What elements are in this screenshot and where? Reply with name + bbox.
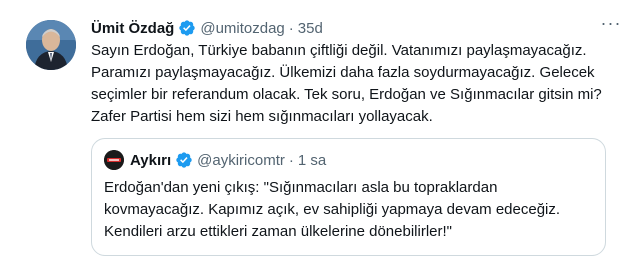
quoted-text-line: Kendileri arzu ettikleri zaman ülkelerin… (104, 223, 452, 240)
quoted-tweet[interactable]: Aykırı @aykiricomtr · 1 sa Erdoğan'dan y… (91, 138, 606, 256)
tweet-text-line: Paramızı paylaşmayacağız. Ülkemizi daha … (91, 64, 595, 81)
separator-dot: · (288, 151, 294, 169)
tweet-text-line: Zafer Partisi hem sizi hem sığınmacıları… (91, 108, 433, 125)
tweet-text-line: seçimler bir referandum olacak. Tek soru… (91, 86, 602, 103)
quoted-author-avatar (104, 150, 124, 170)
more-icon[interactable]: ··· (600, 14, 622, 36)
quoted-tweet-text: Erdoğan'dan yeni çıkış: "Sığınmacıları a… (104, 177, 594, 243)
verified-badge-icon (175, 151, 193, 169)
tweet-text-line: Sayın Erdoğan, Türkiye babanın çiftliği … (91, 42, 587, 59)
author-avatar[interactable] (26, 20, 76, 70)
next-content-peek (91, 257, 511, 263)
tweet[interactable]: Ümit Özdağ @umitozdag · 35d ··· Sayın Er… (0, 0, 640, 263)
quoted-author-name[interactable]: Aykırı (130, 152, 171, 169)
author-handle[interactable]: @umitozdag (200, 20, 284, 37)
quoted-author-handle[interactable]: @aykiricomtr (197, 152, 285, 169)
verified-badge-icon (178, 19, 196, 37)
tweet-header: Ümit Özdağ @umitozdag · 35d (91, 18, 323, 38)
tweet-timestamp[interactable]: 35d (298, 20, 323, 37)
quoted-tweet-header: Aykırı @aykiricomtr · 1 sa (104, 150, 326, 170)
quoted-text-line: kovmayacağız. Kapımız açık, ev sahipliği… (104, 201, 561, 218)
separator-dot: · (288, 19, 294, 37)
quoted-tweet-timestamp[interactable]: 1 sa (298, 152, 326, 169)
tweet-text: Sayın Erdoğan, Türkiye babanın çiftliği … (91, 40, 631, 128)
author-name[interactable]: Ümit Özdağ (91, 20, 174, 37)
quoted-text-line: Erdoğan'dan yeni çıkış: "Sığınmacıları a… (104, 179, 498, 196)
